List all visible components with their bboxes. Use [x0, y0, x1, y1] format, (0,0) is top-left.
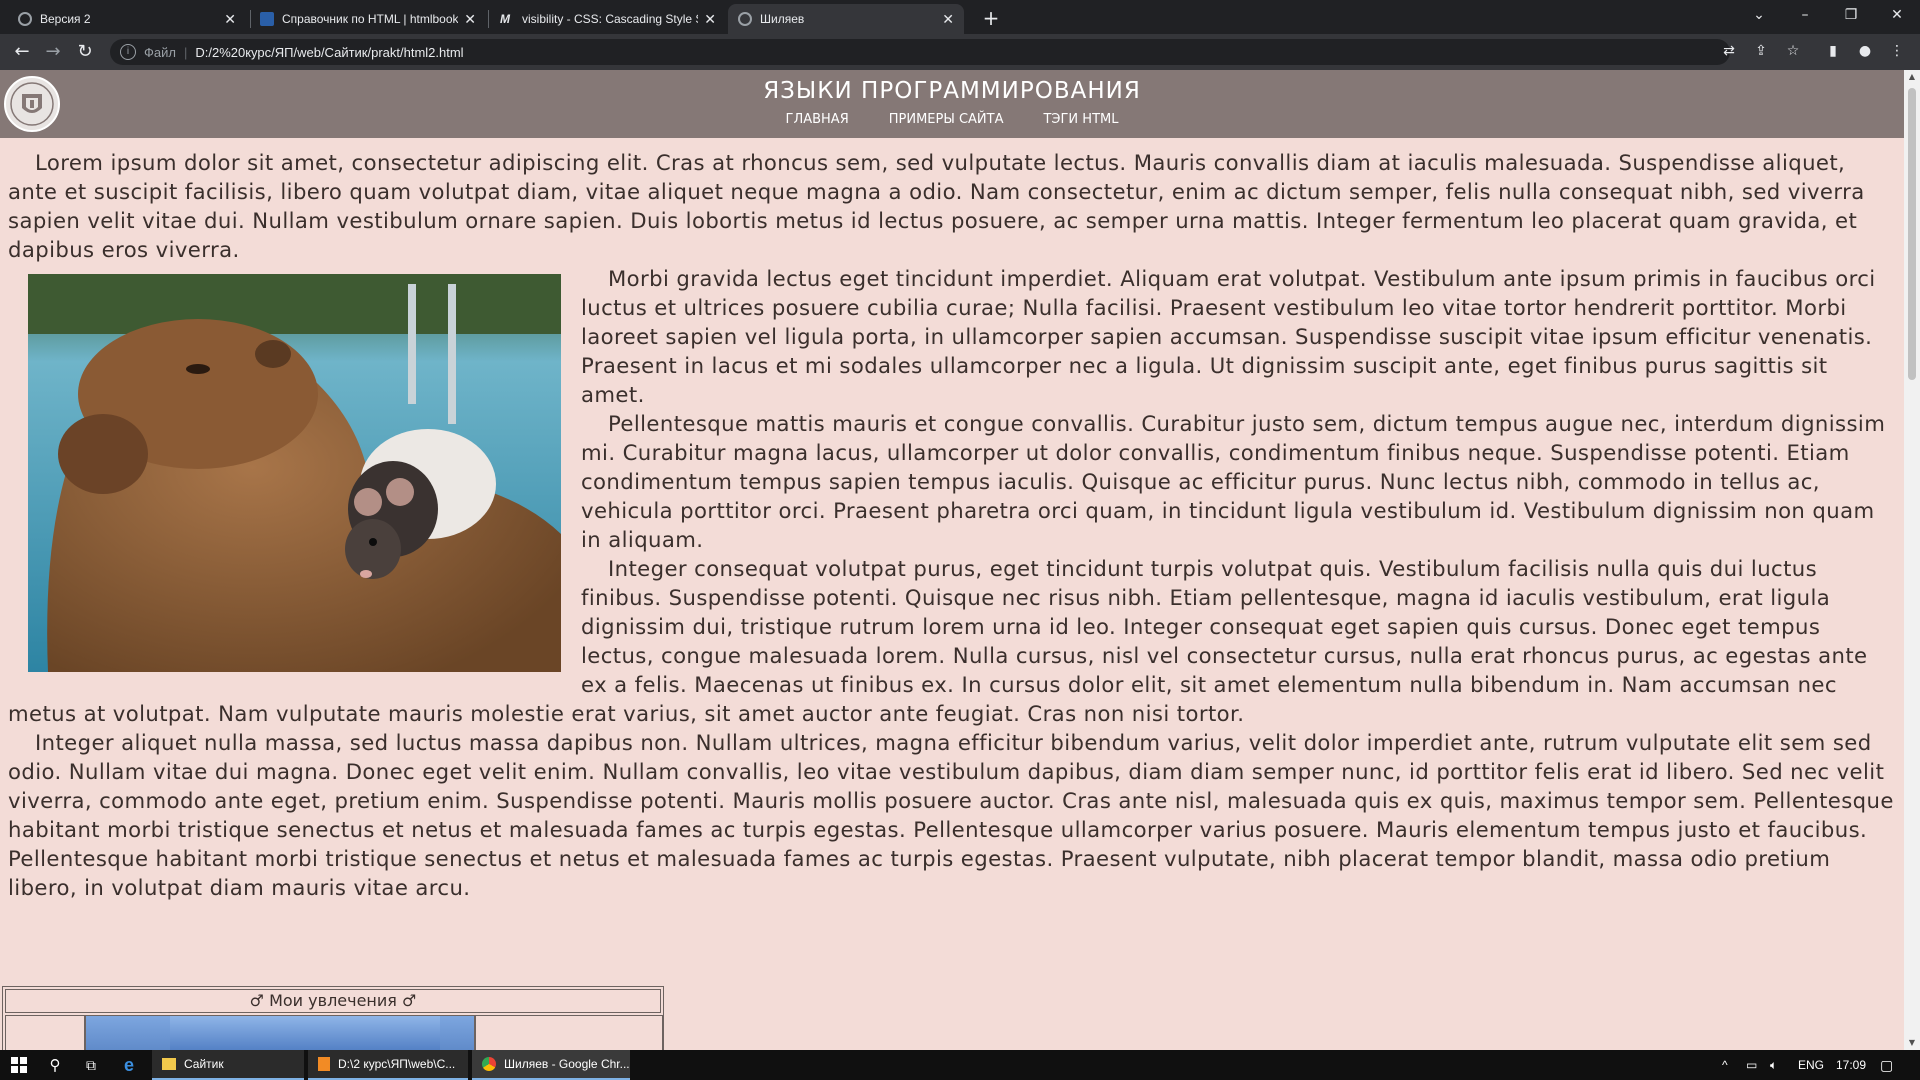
close-window-button[interactable]: ✕	[1874, 0, 1920, 30]
browser-toolbar: ← → ↻ i Файл | D:/2%20курс/ЯП/web/Сайтик…	[0, 34, 1920, 70]
search-icon[interactable]: ⚲	[44, 1050, 66, 1080]
profile-icon[interactable]: ●	[1854, 40, 1876, 62]
paragraph: Lorem ipsum dolor sit amet, consectetur …	[8, 150, 1865, 262]
network-icon[interactable]: ▭	[1746, 1050, 1757, 1080]
article-content: Lorem ipsum dolor sit amet, consectetur …	[8, 148, 1896, 902]
scroll-down-icon[interactable]: ▼	[1904, 1036, 1920, 1050]
nav-html-tags-link[interactable]: ТЭГИ HTML	[1043, 112, 1118, 127]
hobby-image-cell	[85, 1015, 475, 1050]
folder-icon	[162, 1058, 176, 1070]
hobbies-table: ♂ Мои увлечения ♂	[2, 986, 664, 1050]
minimize-button[interactable]: –	[1782, 0, 1828, 30]
tab-separator	[488, 10, 489, 28]
table-cell	[5, 1015, 85, 1050]
page-scrollbar[interactable]: ▲ ▼	[1904, 70, 1920, 1050]
chrome-icon	[482, 1057, 496, 1071]
notifications-icon[interactable]: ▢	[1880, 1050, 1893, 1080]
close-tab-icon[interactable]: ✕	[942, 11, 954, 28]
volume-icon[interactable]: 🔈︎	[1770, 1050, 1777, 1080]
forward-icon[interactable]: →	[41, 40, 65, 64]
share-icon[interactable]: ⇪	[1750, 40, 1772, 62]
tray-chevron-icon[interactable]: ^	[1722, 1050, 1728, 1080]
nav-examples-link[interactable]: ПРИМЕРЫ САЙТА	[889, 112, 1004, 127]
tab-version-2[interactable]: Версия 2 ✕	[8, 4, 246, 34]
capybara-with-rat-photo	[28, 274, 561, 672]
page-viewport: ЯЗЫКИ ПРОГРАММИРОВАНИЯ ГЛАВНАЯ ПРИМЕРЫ С…	[0, 70, 1904, 1050]
site-header: ЯЗЫКИ ПРОГРАММИРОВАНИЯ ГЛАВНАЯ ПРИМЕРЫ С…	[0, 70, 1904, 138]
scroll-thumb[interactable]	[1908, 88, 1916, 380]
reload-icon[interactable]: ↻	[73, 40, 97, 64]
address-bar[interactable]: i Файл | D:/2%20курс/ЯП/web/Сайтик/prakt…	[110, 39, 1730, 65]
close-tab-icon[interactable]: ✕	[224, 11, 236, 28]
globe-icon	[18, 12, 32, 26]
translate-icon[interactable]: ⇄	[1718, 40, 1740, 62]
taskbar-app-sublime[interactable]: D:\2 курс\ЯП\web\С...	[308, 1050, 468, 1080]
new-tab-button[interactable]: +	[978, 6, 1004, 30]
taskbar-app-folder[interactable]: Сайтик	[152, 1050, 304, 1080]
info-icon[interactable]: i	[120, 44, 136, 60]
close-tab-icon[interactable]: ✕	[464, 11, 476, 28]
restore-button[interactable]: ❐	[1828, 0, 1874, 30]
windows-start-icon[interactable]	[8, 1050, 30, 1080]
htmlbook-icon	[260, 12, 274, 26]
menu-icon[interactable]: ⋮	[1886, 40, 1908, 62]
back-icon[interactable]: ←	[10, 40, 34, 64]
table-cell	[475, 1015, 663, 1050]
scheme-label: Файл	[144, 44, 176, 60]
taskbar-app-chrome[interactable]: Шиляев - Google Chr...	[472, 1050, 630, 1080]
scroll-up-icon[interactable]: ▲	[1904, 70, 1920, 84]
side-panel-icon[interactable]: ▮	[1822, 40, 1844, 62]
tab-mdn-visibility[interactable]: M visibility - CSS: Cascading Style Shee…	[490, 4, 726, 34]
browser-tab-strip: Версия 2 ✕ Справочник по HTML | htmlbook…	[0, 0, 1920, 34]
url-text[interactable]: D:/2%20курс/ЯП/web/Сайтик/prakt/html2.ht…	[195, 45, 463, 60]
sublime-icon	[318, 1057, 330, 1071]
hobby-image	[170, 1016, 440, 1050]
edge-icon[interactable]: e	[118, 1050, 140, 1080]
clock[interactable]: 17:09	[1836, 1050, 1866, 1080]
close-tab-icon[interactable]: ✕	[704, 11, 716, 28]
windows-taskbar: ⚲ ⧉ e Сайтик D:\2 курс\ЯП\web\С... Шиляе…	[0, 1050, 1920, 1080]
tab-search-icon[interactable]: ⌄	[1736, 0, 1782, 30]
site-title: ЯЗЫКИ ПРОГРАММИРОВАНИЯ	[763, 78, 1141, 104]
address-divider: |	[183, 44, 188, 60]
language-indicator[interactable]: ENG	[1798, 1050, 1824, 1080]
site-nav: ГЛАВНАЯ ПРИМЕРЫ САЙТА ТЭГИ HTML	[0, 112, 1904, 127]
tab-htmlbook[interactable]: Справочник по HTML | htmlbook ✕	[250, 4, 486, 34]
globe-icon	[738, 12, 752, 26]
hobbies-caption: ♂ Мои увлечения ♂	[5, 989, 661, 1013]
tab-shilyaev-active[interactable]: Шиляев ✕	[728, 4, 964, 34]
paragraph: Integer aliquet nulla massa, sed luctus …	[8, 730, 1894, 900]
mdn-icon: M	[500, 12, 510, 26]
nav-home-link[interactable]: ГЛАВНАЯ	[786, 112, 849, 127]
task-view-icon[interactable]: ⧉	[80, 1050, 102, 1080]
bookmark-star-icon[interactable]: ☆	[1782, 40, 1804, 62]
